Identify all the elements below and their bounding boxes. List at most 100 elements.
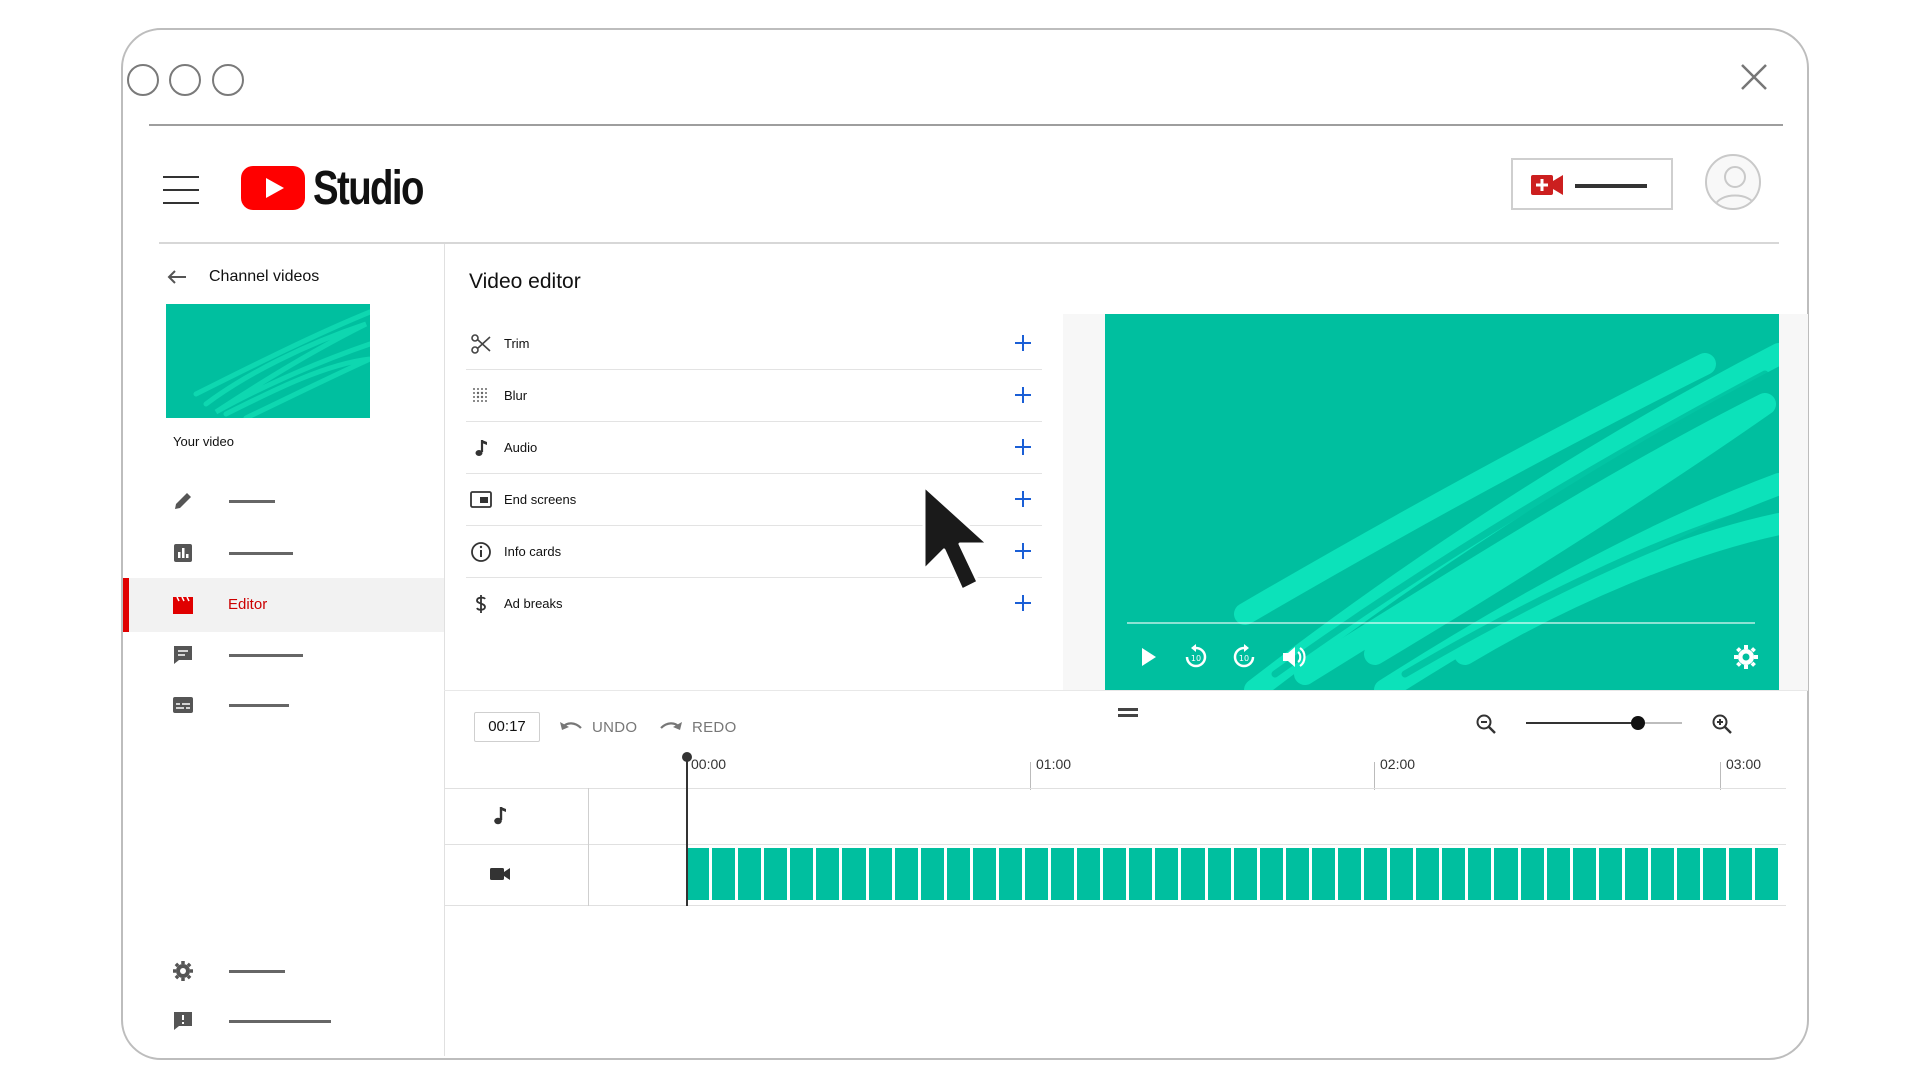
settings-gear-icon[interactable] — [1731, 642, 1761, 672]
play-icon[interactable] — [1133, 642, 1163, 672]
video-track-icon — [490, 868, 510, 880]
forward-10-icon[interactable]: 10 — [1229, 642, 1259, 672]
ruler-label: 02:00 — [1380, 756, 1416, 772]
youtube-logo-icon — [241, 166, 305, 210]
window-control-close[interactable] — [127, 64, 159, 96]
account-icon — [1714, 166, 1756, 207]
video-clip-segment — [1364, 848, 1388, 900]
resize-handle[interactable] — [1118, 708, 1138, 718]
comment-icon — [174, 646, 192, 664]
add-icon[interactable] — [1012, 384, 1034, 406]
sidebar-item-editor[interactable]: Editor — [123, 578, 444, 632]
ruler-tick — [1720, 762, 1721, 790]
video-clip-segment — [816, 848, 840, 900]
playhead[interactable] — [682, 752, 692, 906]
analytics-icon — [174, 544, 192, 562]
zoom-slider-track[interactable] — [1526, 722, 1682, 724]
video-thumbnail[interactable] — [166, 304, 370, 418]
sidebar-item-analytics[interactable] — [123, 526, 444, 580]
add-icon[interactable] — [1012, 540, 1034, 562]
audio-track-icon — [494, 807, 506, 825]
close-icon[interactable] — [1739, 62, 1769, 92]
create-button[interactable] — [1511, 158, 1673, 210]
video-clip-segment — [1155, 848, 1179, 900]
video-clip-segment — [894, 848, 918, 900]
end-screen-icon — [470, 491, 492, 508]
sidebar-item-label — [229, 654, 303, 657]
sidebar-item-settings[interactable] — [123, 944, 444, 998]
ruler-tick — [1030, 762, 1031, 790]
video-clip-segment — [842, 848, 866, 900]
volume-icon[interactable] — [1279, 642, 1309, 672]
video-clip-segment — [1390, 848, 1414, 900]
studio-logo[interactable]: Studio — [241, 162, 450, 215]
sidebar-item-subtitles[interactable] — [123, 678, 444, 732]
music-note-icon — [475, 440, 487, 456]
back-to-channel-videos[interactable]: Channel videos — [167, 268, 319, 286]
video-clip-segment — [1207, 848, 1231, 900]
track-divider — [444, 788, 1786, 789]
window-control-maximize[interactable] — [212, 64, 244, 96]
current-time-display[interactable]: 00:17 — [474, 712, 540, 742]
sidebar: Channel videos Your video Editor — [123, 244, 445, 1056]
undo-label: UNDO — [592, 718, 638, 736]
sidebar-item-feedback[interactable] — [123, 994, 444, 1048]
add-icon[interactable] — [1012, 488, 1034, 510]
video-preview[interactable]: 10 10 — [1105, 314, 1779, 690]
video-clip-segment — [998, 848, 1023, 900]
your-video-label: Your video — [173, 434, 234, 449]
video-clip-segment — [946, 848, 970, 900]
video-clip-segment — [1051, 848, 1075, 900]
add-icon[interactable] — [1012, 332, 1034, 354]
window-titlebar — [123, 30, 1807, 126]
back-label: Channel videos — [209, 268, 320, 285]
sidebar-item-label — [229, 704, 289, 707]
tool-row-audio[interactable]: Audio — [466, 422, 1042, 474]
redo-button[interactable]: REDO — [658, 714, 737, 740]
video-clip-segment — [1572, 848, 1596, 900]
track-header-separator — [588, 788, 589, 906]
video-clip-segment — [1703, 848, 1727, 900]
add-icon[interactable] — [1012, 436, 1034, 458]
zoom-out-icon[interactable] — [1474, 712, 1498, 736]
add-video-icon — [1531, 175, 1563, 195]
track-divider — [444, 905, 1786, 906]
zoom-in-icon[interactable] — [1710, 712, 1734, 736]
mouse-cursor-icon — [922, 484, 990, 592]
rewind-10-icon[interactable]: 10 — [1181, 642, 1211, 672]
page-title: Video editor — [469, 270, 581, 293]
video-clip-segment — [1729, 848, 1753, 900]
redo-icon — [660, 722, 682, 730]
video-clip-segment — [1129, 848, 1153, 900]
undo-button[interactable]: UNDO — [558, 714, 637, 740]
studio-header: Studio — [121, 124, 1809, 244]
track-divider — [444, 844, 1786, 845]
avatar[interactable] — [1705, 154, 1761, 210]
redo-label: REDO — [692, 718, 737, 736]
tool-label: Info cards — [504, 544, 562, 559]
add-icon[interactable] — [1012, 592, 1034, 614]
tool-label: Ad breaks — [504, 596, 563, 611]
tool-row-trim[interactable]: Trim — [466, 318, 1042, 370]
sidebar-item-comments[interactable] — [123, 628, 444, 682]
video-clip-segment — [972, 848, 996, 900]
video-clip-segment — [1676, 848, 1701, 900]
video-clip-segment — [1494, 848, 1518, 900]
menu-icon[interactable] — [163, 176, 199, 204]
window-control-minimize[interactable] — [169, 64, 201, 96]
sidebar-item-details[interactable] — [123, 474, 444, 528]
pencil-icon — [175, 493, 191, 509]
video-clip-strip[interactable] — [686, 848, 1779, 900]
preview-progress-bar[interactable] — [1127, 622, 1755, 624]
sidebar-item-label — [229, 500, 275, 503]
thumbnail-scribble — [193, 309, 370, 418]
video-clip-segment — [1442, 848, 1466, 900]
gear-icon — [173, 961, 193, 981]
video-clip-segment — [1598, 848, 1622, 900]
logo-text: Studio — [313, 161, 424, 215]
video-clip-segment — [712, 848, 736, 900]
tool-row-blur[interactable]: Blur — [466, 370, 1042, 422]
video-clip-segment — [1337, 848, 1362, 900]
info-icon — [471, 542, 491, 562]
video-clip-segment — [1624, 848, 1648, 900]
